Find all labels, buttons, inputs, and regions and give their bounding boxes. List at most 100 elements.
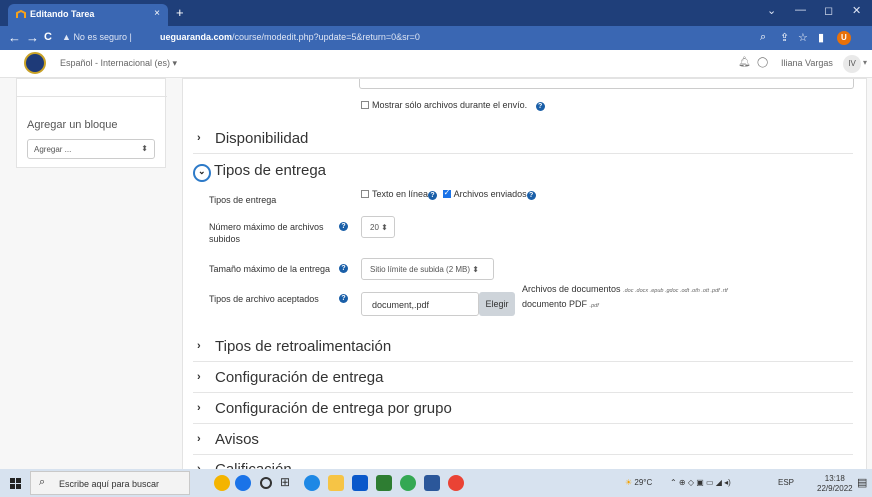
max-size-select[interactable]: Sitio límite de subida (2 MB) ⬍ [361, 258, 494, 280]
messages-icon[interactable]: ◯ [757, 57, 768, 68]
show-only-files-label: Mostrar sólo archivos durante el envío. [372, 100, 528, 110]
sun-icon: ☀ [625, 478, 633, 487]
instructions-textarea[interactable] [359, 79, 854, 89]
minimize-button[interactable]: — [795, 4, 806, 16]
chevron-right-icon: › [197, 340, 201, 352]
reload-button[interactable]: C [44, 31, 52, 43]
online-text-checkbox[interactable] [361, 190, 369, 198]
weather-app-icon[interactable] [235, 475, 251, 491]
warning-icon: ▲ [62, 32, 71, 42]
submission-types-label: Tipos de entrega [209, 195, 277, 205]
accepted-types-label: Tipos de archivo aceptados [209, 294, 319, 304]
help-icon[interactable]: ? [526, 191, 536, 200]
help-icon[interactable]: ? [428, 191, 438, 200]
section-notifications[interactable]: › Avisos [193, 425, 853, 455]
chevron-right-icon: › [197, 371, 201, 383]
accepted-types-input[interactable]: document,.pdf [361, 292, 479, 316]
windows-taskbar: ⌕ Escribe aquí para buscar ⊞ ☀ 29°C ⌃ ⊕ … [0, 469, 872, 497]
help-icon[interactable]: ? [339, 222, 348, 231]
user-avatar[interactable]: IV [843, 55, 861, 73]
tray-icons[interactable]: ⌃ ⊕ ◇ ▣ ▭ ◢ ◂) [670, 478, 731, 487]
tab-search-icon[interactable]: ⌄ [767, 4, 776, 17]
word-icon[interactable] [424, 475, 440, 491]
section-title: Tipos de retroalimentación [215, 338, 392, 355]
chevron-right-icon: › [197, 402, 201, 414]
app-icon[interactable] [376, 475, 392, 491]
chevron-down-icon: ⌄ [198, 166, 206, 176]
chevron-right-icon: › [197, 433, 201, 445]
section-group-submission-settings[interactable]: › Configuración de entrega por grupo [193, 394, 853, 424]
weather-tray[interactable]: ☀ 29°C [625, 478, 652, 487]
taskbar-search[interactable]: ⌕ Escribe aquí para buscar [30, 471, 190, 495]
user-menu-chevron-icon[interactable]: ▾ [863, 58, 867, 67]
task-view-icon[interactable]: ⊞ [280, 475, 296, 491]
school-logo[interactable] [24, 52, 46, 74]
tab-close-icon[interactable]: × [154, 8, 160, 19]
chrome-icon[interactable] [400, 475, 416, 491]
sidepanel-icon[interactable]: ▮ [818, 31, 824, 44]
assignment-form: Mostrar sólo archivos durante el envío. … [182, 78, 867, 483]
submission-types-row: Texto en línea? Archivos enviados? [361, 188, 536, 200]
store-icon[interactable] [352, 475, 368, 491]
new-tab-button[interactable]: + [176, 5, 184, 20]
input-language[interactable]: ESP [778, 478, 794, 487]
notifications-bell-icon[interactable]: 🔔︎ [738, 57, 751, 68]
show-only-files-checkbox[interactable] [361, 101, 369, 109]
section-collapse-toggle[interactable]: ⌄ [193, 164, 211, 182]
select-arrows-icon: ⬍ [141, 144, 148, 153]
choose-button[interactable]: Elegir [479, 292, 515, 316]
chrome-profile-icon[interactable] [448, 475, 464, 491]
max-files-select[interactable]: 20 ⬍ [361, 216, 395, 238]
security-indicator[interactable]: ▲ No es seguro | [62, 32, 132, 42]
taskbar-search-placeholder: Escribe aquí para buscar [59, 479, 160, 489]
section-submission-settings[interactable]: › Configuración de entrega [193, 363, 853, 393]
edge-icon[interactable] [304, 475, 320, 491]
add-block-select[interactable]: Agregar ... ⬍ [27, 139, 155, 159]
clock-time: 13:18 [824, 474, 845, 483]
max-files-label: Número máximo de archivos subidos [209, 222, 324, 244]
file-submissions-checkbox[interactable] [442, 188, 451, 198]
address-bar: ← → C ▲ No es seguro | ueguaranda.com/co… [0, 26, 872, 50]
profile-avatar[interactable]: U [837, 31, 851, 45]
browser-tab[interactable]: Editando Tarea × [8, 4, 168, 26]
section-title-submission-types[interactable]: Tipos de entrega [214, 162, 326, 179]
online-text-label: Texto en línea [372, 189, 429, 199]
notification-center-icon[interactable]: ▤ [857, 476, 867, 489]
max-size-value: Sitio límite de subida (2 MB) ⬍ [370, 265, 479, 274]
section-title: Configuración de entrega [215, 369, 384, 386]
close-window-button[interactable]: ✕ [852, 4, 861, 17]
security-label: No es seguro [73, 32, 127, 42]
show-only-files-row: Mostrar sólo archivos durante el envío. … [361, 100, 545, 111]
user-name[interactable]: Iliana Vargas [781, 58, 833, 68]
back-button[interactable]: ← [8, 30, 21, 45]
max-size-label: Tamaño máximo de la entrega [209, 264, 331, 274]
browser-tab-bar: Editando Tarea × + ⌄ — ◻ ✕ [0, 0, 872, 26]
bookmark-star-icon[interactable]: ☆ [798, 31, 808, 44]
section-availability[interactable]: › Disponibilidad [193, 124, 853, 154]
help-icon[interactable]: ? [339, 294, 348, 303]
help-icon[interactable]: ? [535, 102, 545, 111]
forward-button[interactable]: → [26, 30, 39, 45]
language-menu[interactable]: Español - Internacional (es) ▾ [60, 58, 177, 69]
widgets-icon[interactable] [214, 475, 230, 491]
accepted-types-value: document,.pdf [372, 300, 430, 310]
url-field[interactable]: ueguaranda.com/course/modedit.php?update… [160, 32, 420, 42]
section-title: Disponibilidad [215, 130, 309, 147]
profile-initial: U [841, 33, 847, 42]
cortana-icon[interactable] [260, 477, 272, 489]
chevron-right-icon: › [197, 132, 201, 144]
doc-types-ext: .doc .docx .epub .gdoc .odt .oth .ott .p… [623, 288, 728, 294]
section-title: Avisos [215, 431, 259, 448]
weather-temp: 29°C [634, 478, 653, 487]
clock[interactable]: 13:18 22/9/2022 [817, 474, 853, 494]
maximize-button[interactable]: ◻ [824, 4, 833, 17]
pdf-ext: .pdf [589, 303, 599, 309]
section-feedback-types[interactable]: › Tipos de retroalimentación [193, 332, 853, 362]
windows-start-icon[interactable] [10, 478, 21, 489]
moodle-favicon-icon [16, 9, 26, 18]
zoom-search-icon[interactable]: ⌕ [760, 31, 766, 44]
file-submissions-label: Archivos enviados [453, 189, 527, 199]
share-icon[interactable]: ⇪ [780, 31, 789, 44]
file-explorer-icon[interactable] [328, 475, 344, 491]
help-icon[interactable]: ? [339, 264, 348, 273]
